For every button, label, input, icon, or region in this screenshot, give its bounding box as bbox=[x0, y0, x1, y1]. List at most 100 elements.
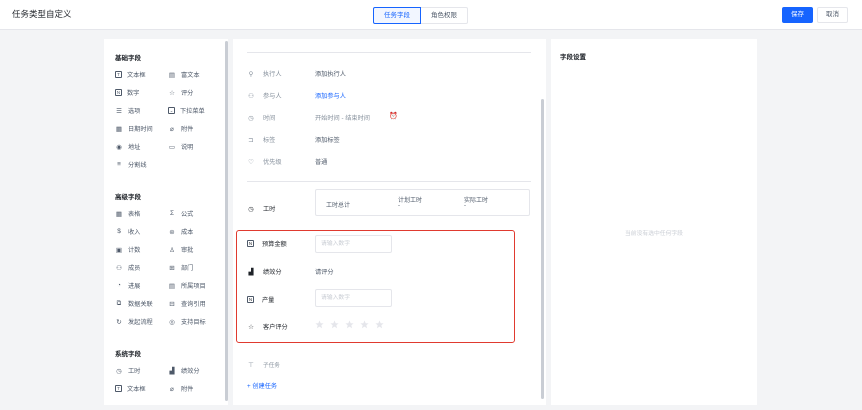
stamp-icon: ♙ bbox=[169, 246, 175, 254]
tag-row-label: ⊐ 标签 bbox=[247, 135, 276, 145]
field-count[interactable]: ▣ 计数 bbox=[115, 245, 140, 255]
field-label: 文本框 bbox=[127, 386, 146, 393]
dropdown-icon: ⌄ bbox=[168, 107, 175, 114]
users-icon: ⚇ bbox=[248, 92, 254, 100]
field-label: 审批 bbox=[181, 247, 194, 254]
field-divider[interactable]: ≡ 分割线 bbox=[115, 160, 147, 169]
field-label: 支持目标 bbox=[181, 319, 206, 326]
worktime-planned-label: 计划工时 bbox=[398, 198, 423, 204]
clock-icon: ◷ bbox=[248, 114, 254, 122]
field-member[interactable]: ⚇ 成员 bbox=[115, 263, 140, 273]
field-address[interactable]: ◉ 地址 bbox=[115, 142, 140, 152]
label-text: 标签 bbox=[263, 137, 276, 144]
field-label: 收入 bbox=[128, 229, 141, 236]
label-text: 工时 bbox=[263, 206, 276, 213]
field-rating[interactable]: ☆ 评分 bbox=[168, 88, 193, 98]
field-cost[interactable]: ⊜ 成本 bbox=[168, 227, 194, 237]
field-dropdown[interactable]: ⌄ 下拉菜单 bbox=[168, 106, 205, 115]
field-start-flow[interactable]: ↻ 发起流程 bbox=[115, 317, 153, 327]
field-label: 成本 bbox=[181, 229, 194, 236]
field-description[interactable]: ▭ 说明 bbox=[168, 142, 194, 152]
divider bbox=[247, 52, 531, 53]
field-label: 说明 bbox=[181, 144, 194, 151]
worktime-total: 工时总计 bbox=[326, 203, 351, 209]
progress-icon: ◔ bbox=[117, 282, 121, 289]
participant-value[interactable]: 添加参与人 bbox=[315, 91, 346, 100]
cancel-button[interactable]: 取消 bbox=[817, 7, 848, 23]
alarm-clock-icon[interactable]: ⏰ bbox=[389, 112, 398, 120]
field-worktime[interactable]: ◷ 工时 bbox=[115, 366, 140, 376]
palette-scrollbar[interactable] bbox=[225, 41, 228, 401]
field-query-ref[interactable]: ⊟ 查询引用 bbox=[168, 299, 205, 309]
tag-value[interactable]: 添加标签 bbox=[315, 135, 340, 144]
label-text: 优先级 bbox=[263, 159, 282, 166]
label-text: 时间 bbox=[263, 115, 276, 122]
highlight-frame bbox=[236, 230, 515, 343]
field-support-goal[interactable]: ◎ 支持目标 bbox=[168, 317, 206, 327]
field-label: 分割线 bbox=[128, 162, 147, 169]
tab-role-permissions[interactable]: 角色权限 bbox=[421, 7, 468, 24]
field-richtext[interactable]: ▤ 富文本 bbox=[168, 70, 200, 80]
field-label: 数字 bbox=[127, 90, 140, 97]
field-table[interactable]: ▦ 表格 bbox=[115, 209, 140, 219]
priority-value[interactable]: 普通 bbox=[315, 157, 327, 166]
field-label: 发起流程 bbox=[128, 319, 153, 326]
divider-icon: ≡ bbox=[117, 161, 121, 168]
top-bar: 任务类型自定义 任务字段 角色权限 保存 取消 bbox=[0, 0, 862, 30]
field-label: 富文本 bbox=[181, 72, 200, 79]
field-number[interactable]: N 数字 bbox=[115, 88, 139, 97]
field-progress[interactable]: ◔ 进展 bbox=[115, 281, 140, 290]
flow-icon: ↻ bbox=[116, 318, 122, 326]
settings-empty-text: 当前没有选中任何字段 bbox=[625, 231, 683, 237]
list-icon: ☰ bbox=[116, 107, 122, 115]
sigma-icon: Σ bbox=[169, 210, 175, 217]
field-attachment[interactable]: ⌀ 附件 bbox=[168, 124, 194, 134]
org-icon: ⊞ bbox=[169, 264, 175, 272]
field-formula[interactable]: Σ 公式 bbox=[168, 209, 193, 218]
executor-value[interactable]: 添加执行人 bbox=[315, 69, 346, 78]
field-option[interactable]: ☰ 选项 bbox=[115, 106, 140, 116]
tab-group: 任务字段 角色权限 bbox=[373, 7, 468, 24]
participant-row-label: ⚇ 参与人 bbox=[247, 91, 281, 101]
field-approval[interactable]: ♙ 审批 bbox=[168, 245, 194, 255]
label-text: 子任务 bbox=[263, 363, 280, 369]
priority-row-label: ♡ 优先级 bbox=[247, 157, 282, 167]
subtask-icon: ⊤ bbox=[248, 362, 254, 369]
field-label: 绩效分 bbox=[181, 368, 200, 375]
field-project[interactable]: ▤ 所属项目 bbox=[168, 281, 206, 291]
field-label: 数据关联 bbox=[128, 301, 153, 308]
label-text: 执行人 bbox=[263, 71, 282, 78]
group-title-system: 系统字段 bbox=[115, 351, 141, 358]
query-icon: ⊟ bbox=[169, 300, 175, 308]
field-text[interactable]: T 文本框 bbox=[115, 70, 146, 79]
pin-icon: ♡ bbox=[248, 158, 254, 166]
timer-icon: ◷ bbox=[248, 205, 254, 213]
tag-icon: ⊐ bbox=[248, 136, 254, 144]
field-data-link[interactable]: ⧉ 数据关联 bbox=[115, 299, 153, 309]
worktime-actual-label: 实际工时 bbox=[464, 198, 489, 204]
field-department[interactable]: ⊞ 部门 bbox=[168, 263, 194, 273]
field-system-text[interactable]: T 文本框 bbox=[115, 384, 146, 393]
group-title-basic: 基础字段 bbox=[115, 55, 141, 62]
field-performance[interactable]: ▟ 绩效分 bbox=[168, 366, 200, 376]
target-icon: ◎ bbox=[169, 318, 175, 326]
user-icon: ⚲ bbox=[248, 70, 254, 78]
bar-chart-icon: ▟ bbox=[169, 367, 175, 375]
field-datetime[interactable]: ▦ 日期时间 bbox=[115, 124, 153, 134]
worktime-planned-value: - bbox=[398, 203, 400, 209]
field-label: 日期时间 bbox=[128, 126, 153, 133]
executor-row-label: ⚲ 执行人 bbox=[247, 69, 282, 79]
time-value[interactable]: 开始时间 - 结束时间 bbox=[315, 113, 370, 122]
form-scrollbar[interactable] bbox=[541, 99, 544, 399]
create-task-link[interactable]: + 创建任务 bbox=[247, 381, 277, 390]
field-income[interactable]: $ 收入 bbox=[115, 227, 140, 236]
field-palette: 基础字段 T 文本框 ▤ 富文本 N 数字 ☆ 评分 ☰ 选项 ⌄ 下拉菜单 ▦ 日期时间 ⌀… bbox=[104, 39, 228, 405]
page-title: 任务类型自定义 bbox=[12, 9, 72, 19]
save-button[interactable]: 保存 bbox=[782, 7, 813, 23]
field-label: 附件 bbox=[181, 126, 194, 133]
tab-task-fields[interactable]: 任务字段 bbox=[373, 7, 421, 24]
field-label: 部门 bbox=[181, 265, 194, 272]
field-system-attachment[interactable]: ⌀ 附件 bbox=[168, 384, 193, 394]
location-icon: ◉ bbox=[116, 143, 122, 151]
field-label: 公式 bbox=[181, 211, 194, 218]
